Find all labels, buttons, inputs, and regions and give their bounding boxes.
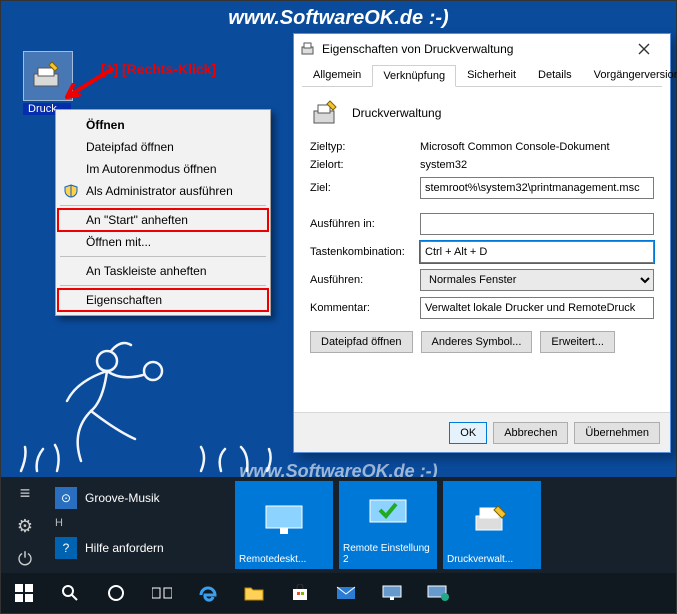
- ctx-run-admin[interactable]: Als Administrator ausführen: [58, 180, 268, 202]
- doodle-figure: [11, 331, 281, 481]
- tile-label: Remote Einstellung 2: [343, 543, 433, 565]
- tile-druckverwaltung[interactable]: Druckverwalt...: [443, 481, 541, 569]
- annotation-1: [1] [Rechts-Klick]: [101, 61, 216, 77]
- tile-label: Druckverwalt...: [447, 554, 537, 565]
- input-ziel[interactable]: [420, 177, 654, 199]
- ok-button[interactable]: OK: [449, 422, 487, 444]
- label-ziel: Ziel:: [310, 182, 420, 194]
- taskbar-store[interactable]: [277, 573, 323, 613]
- start-button[interactable]: [1, 573, 47, 613]
- label-kommentar: Kommentar:: [310, 302, 420, 314]
- mail-icon: [336, 586, 356, 600]
- gear-icon[interactable]: ⚙: [17, 516, 33, 537]
- monitor-icon: [382, 585, 402, 601]
- edge-icon: [198, 583, 218, 603]
- tab-general[interactable]: Allgemein: [302, 64, 372, 86]
- context-menu: Öffnen Dateipfad öffnen Im Autorenmodus …: [55, 109, 271, 316]
- search-button[interactable]: [47, 573, 93, 613]
- printer-wrench-icon: [310, 97, 342, 129]
- select-ausfuehren[interactable]: Normales Fenster: [420, 269, 654, 291]
- monitor-badge-icon: [427, 585, 449, 601]
- ctx-sep: [60, 285, 266, 286]
- monitor-check-icon: [366, 496, 410, 532]
- ctx-pin-taskbar[interactable]: An Taskleiste anheften: [58, 260, 268, 282]
- tile-remotedesktop[interactable]: Remotedeskt...: [235, 481, 333, 569]
- start-item-help[interactable]: ? Hilfe anfordern: [49, 533, 229, 563]
- ctx-open[interactable]: Öffnen: [58, 114, 268, 136]
- close-button[interactable]: [624, 36, 664, 62]
- tile-remote-einstellung[interactable]: Remote Einstellung 2: [339, 481, 437, 569]
- taskbar-edge[interactable]: [185, 573, 231, 613]
- properties-dialog: Eigenschaften von Druckverwaltung Allgem…: [293, 33, 671, 453]
- label-ausfuehren: Ausführen:: [310, 274, 420, 286]
- ctx-sep: [60, 205, 266, 206]
- apply-button[interactable]: Übernehmen: [574, 422, 660, 444]
- dialog-icon: [300, 41, 316, 57]
- taskbar-mail[interactable]: [323, 573, 369, 613]
- windows-icon: [15, 584, 33, 602]
- help-icon: ?: [55, 537, 77, 559]
- ctx-open-path[interactable]: Dateipfad öffnen: [58, 136, 268, 158]
- ctx-properties[interactable]: Eigenschaften: [58, 289, 268, 311]
- label-tastenkombination: Tastenkombination:: [310, 246, 420, 258]
- watermark-top: www.SoftwareOK.de :-): [228, 7, 448, 30]
- ctx-author-mode[interactable]: Im Autorenmodus öffnen: [58, 158, 268, 180]
- start-menu: ≡ ⚙ ⏻ ⊙ Groove-Musik H ? Hilfe anfordern…: [1, 477, 676, 575]
- task-view-button[interactable]: [139, 573, 185, 613]
- cortana-button[interactable]: [93, 573, 139, 613]
- value-zielort: system32: [420, 159, 654, 171]
- search-icon: [61, 584, 79, 602]
- cancel-button[interactable]: Abbrechen: [493, 422, 568, 444]
- label-ausfuehren-in: Ausführen in:: [310, 218, 420, 230]
- taskbar: [1, 573, 676, 613]
- printer-wrench-icon: [470, 502, 514, 538]
- shield-icon: [64, 184, 78, 198]
- task-view-icon: [152, 586, 172, 600]
- value-zieltyp: Microsoft Common Console-Dokument: [420, 141, 654, 153]
- label-zieltyp: Zieltyp:: [310, 141, 420, 153]
- advanced-button[interactable]: Erweitert...: [540, 331, 615, 353]
- tab-details[interactable]: Details: [527, 64, 583, 86]
- label-zielort: Zielort:: [310, 159, 420, 171]
- start-item-label: Hilfe anfordern: [85, 541, 164, 555]
- power-icon[interactable]: ⏻: [18, 549, 32, 570]
- cortana-icon: [107, 584, 125, 602]
- open-location-button[interactable]: Dateipfad öffnen: [310, 331, 413, 353]
- hamburger-icon[interactable]: ≡: [20, 483, 31, 504]
- tab-security[interactable]: Sicherheit: [456, 64, 527, 86]
- ctx-open-with[interactable]: Öffnen mit...: [58, 231, 268, 253]
- close-icon: [638, 43, 650, 55]
- taskbar-explorer[interactable]: [231, 573, 277, 613]
- dialog-header-name: Druckverwaltung: [352, 106, 441, 120]
- folder-icon: [244, 585, 264, 601]
- tile-label: Remotedeskt...: [239, 554, 329, 565]
- music-icon: ⊙: [55, 487, 77, 509]
- start-item-label: Groove-Musik: [85, 491, 160, 505]
- ctx-sep: [60, 256, 266, 257]
- change-icon-button[interactable]: Anderes Symbol...: [421, 331, 533, 353]
- tab-shortcut[interactable]: Verknüpfung: [372, 65, 456, 87]
- start-section-h: H: [49, 513, 229, 533]
- ctx-pin-start[interactable]: An "Start" anheften: [58, 209, 268, 231]
- input-tastenkombination[interactable]: [420, 241, 654, 263]
- input-ausfuehren-in[interactable]: [420, 213, 654, 235]
- ctx-run-admin-label: Als Administrator ausführen: [86, 184, 233, 198]
- dialog-title: Eigenschaften von Druckverwaltung: [322, 42, 624, 56]
- taskbar-app1[interactable]: [369, 573, 415, 613]
- tab-previous-versions[interactable]: Vorgängerversionen: [583, 64, 677, 86]
- start-item-groove[interactable]: ⊙ Groove-Musik: [49, 483, 229, 513]
- arrow-1-icon: [57, 61, 117, 111]
- store-icon: [291, 584, 309, 602]
- taskbar-app2[interactable]: [415, 573, 461, 613]
- input-kommentar[interactable]: [420, 297, 654, 319]
- monitor-icon: [262, 502, 306, 538]
